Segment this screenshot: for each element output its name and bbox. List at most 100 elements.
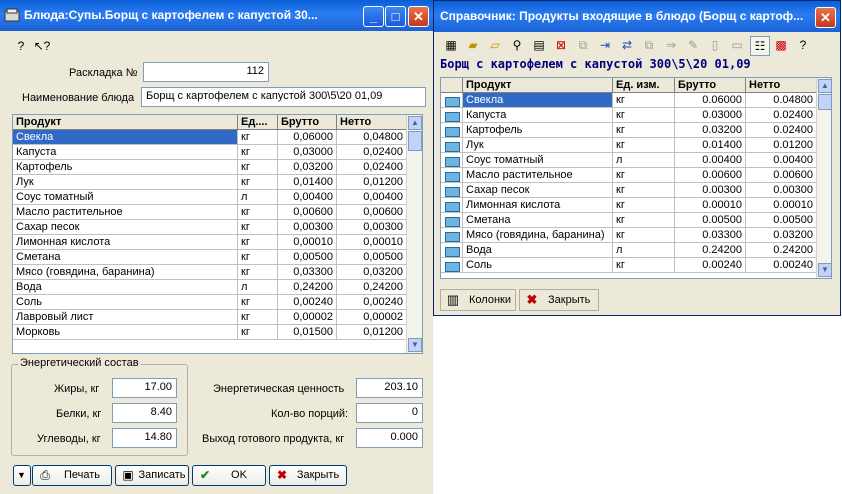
cell-brutto[interactable]: 0,00010 [278, 235, 337, 250]
cell-unit[interactable]: кг [238, 220, 278, 235]
table-row[interactable]: Соль кг 0.00240 0.00240 [441, 258, 817, 273]
products-grid[interactable]: Морковь кг 0,01500 0,01200 Лавровый лист кг 0,… [12, 114, 423, 354]
cell-netto[interactable]: 0.02400 [746, 123, 817, 138]
table-row[interactable]: Лимонная кислота кг 0,00010 0,00010 [13, 235, 407, 250]
cell-netto[interactable]: 0.00010 [746, 198, 817, 213]
cell-brutto[interactable]: 0.00400 [675, 153, 746, 168]
cell-product[interactable]: Картофель [463, 123, 613, 138]
cell-netto[interactable]: 0,24200 [337, 280, 407, 295]
table-row[interactable]: Сметана кг 0,00500 0,00500 [13, 250, 407, 265]
column-header-unit[interactable]: Ед.... [238, 115, 278, 129]
protein-field[interactable]: 8.40 [112, 403, 177, 423]
table-row[interactable]: Вода л 0.24200 0.24200 [441, 243, 817, 258]
cell-product[interactable]: Вода [463, 243, 613, 258]
table-row[interactable]: Капуста кг 0,03000 0,02400 [13, 145, 407, 160]
cell-netto[interactable]: 0,02400 [337, 145, 407, 160]
table-row[interactable]: Сахар песок кг 0.00300 0.00300 [441, 183, 817, 198]
cell-unit[interactable]: кг [613, 228, 675, 243]
print-button[interactable]: ⎙ Печать [32, 465, 112, 486]
cell-brutto[interactable]: 0,03200 [278, 160, 337, 175]
cell-brutto[interactable]: 0.00600 [675, 168, 746, 183]
cell-unit[interactable]: кг [238, 145, 278, 160]
table-row[interactable]: Картофель кг 0,03200 0,02400 [13, 160, 407, 175]
cell-brutto[interactable]: 0,00240 [278, 295, 337, 310]
reference-window-titlebar[interactable]: Справочник: Продукты входящие в блюдо (Б… [434, 1, 840, 32]
close-reference-window-button[interactable]: ✕ [815, 7, 836, 28]
cell-brutto[interactable]: 0.00240 [675, 258, 746, 273]
cell-netto[interactable]: 0,00400 [337, 190, 407, 205]
cell-product[interactable]: Морковь [13, 325, 238, 340]
ref-column-header-unit[interactable]: Ед. изм. [613, 78, 675, 92]
cell-brutto[interactable]: 0.00300 [675, 183, 746, 198]
cell-brutto[interactable]: 0,00500 [278, 250, 337, 265]
cell-unit[interactable]: л [238, 280, 278, 295]
cell-product[interactable]: Масло растительное [463, 168, 613, 183]
cell-unit[interactable]: л [613, 243, 675, 258]
table-row[interactable]: Лимонная кислота кг 0.00010 0.00010 [441, 198, 817, 213]
table-row[interactable]: Свекла кг 0,06000 0,04800 [13, 130, 407, 145]
cell-brutto[interactable]: 0,00600 [278, 205, 337, 220]
cell-brutto[interactable]: 0,24200 [278, 280, 337, 295]
column-header-brutto[interactable]: Брутто [278, 115, 337, 129]
table-row[interactable]: Лук кг 0.01400 0.01200 [441, 138, 817, 153]
cell-unit[interactable]: кг [238, 325, 278, 340]
ref-scroll-thumb[interactable] [818, 94, 831, 110]
cell-product[interactable]: Лук [463, 138, 613, 153]
cell-brutto[interactable]: 0,03300 [278, 265, 337, 280]
cell-product[interactable]: Лавровый лист [13, 310, 238, 325]
table-row[interactable]: Сметана кг 0.00500 0.00500 [441, 213, 817, 228]
table-row[interactable]: Соус томатный л 0,00400 0,00400 [13, 190, 407, 205]
new-folder-icon[interactable]: ▱ [486, 36, 504, 54]
table-row[interactable]: Морковь кг 0,01500 0,01200 [13, 325, 407, 340]
cell-unit[interactable]: кг [238, 205, 278, 220]
cell-product[interactable]: Свекла [13, 130, 238, 145]
copy-icon[interactable]: ⧉ [574, 36, 592, 54]
cell-netto[interactable]: 0.02400 [746, 108, 817, 123]
cell-netto[interactable]: 0.24200 [746, 243, 817, 258]
ref-column-header-brutto[interactable]: Брутто [675, 78, 746, 92]
cell-netto[interactable]: 0.04800 [746, 93, 817, 108]
reference-grid-scrollbar[interactable]: ▲ ▼ [816, 78, 831, 278]
cell-product[interactable]: Соль [463, 258, 613, 273]
edit-record-icon[interactable]: ▤ [530, 36, 548, 54]
cell-unit[interactable]: кг [613, 258, 675, 273]
move-icon[interactable]: ⇥ [596, 36, 614, 54]
cell-product[interactable]: Сметана [13, 250, 238, 265]
cell-product[interactable]: Капуста [13, 145, 238, 160]
cell-unit[interactable]: кг [238, 310, 278, 325]
report-icon[interactable]: ▭ [728, 36, 746, 54]
cell-product[interactable]: Свекла [463, 93, 613, 108]
document-icon[interactable]: ▯ [706, 36, 724, 54]
cell-netto[interactable]: 0,00300 [337, 220, 407, 235]
table-row[interactable]: Капуста кг 0.03000 0.02400 [441, 108, 817, 123]
carbs-field[interactable]: 14.80 [112, 428, 177, 448]
ok-button[interactable]: ✔ OK [192, 465, 266, 486]
cell-product[interactable]: Сахар песок [463, 183, 613, 198]
cell-unit[interactable]: л [238, 190, 278, 205]
cell-unit[interactable]: кг [238, 130, 278, 145]
cell-netto[interactable]: 0.00400 [746, 153, 817, 168]
cell-netto[interactable]: 0,00010 [337, 235, 407, 250]
cell-unit[interactable]: кг [613, 138, 675, 153]
reference-products-grid[interactable]: Соль кг 0.00240 0.00240 Вода л 0.24200 0.24200 М… [440, 77, 832, 279]
table-row[interactable]: Свекла кг 0.06000 0.04800 [441, 93, 817, 108]
ref-scroll-up-arrow[interactable]: ▲ [818, 79, 831, 93]
yield-field[interactable]: 0.000 [356, 428, 423, 448]
cell-product[interactable]: Соль [13, 295, 238, 310]
cell-unit[interactable]: кг [238, 295, 278, 310]
table-row[interactable]: Лук кг 0,01400 0,01200 [13, 175, 407, 190]
table-row[interactable]: Лавровый лист кг 0,00002 0,00002 [13, 310, 407, 325]
filter-icon[interactable]: ▩ [772, 36, 790, 54]
cell-product[interactable]: Вода [13, 280, 238, 295]
cell-product[interactable]: Мясо (говядина, баранина) [463, 228, 613, 243]
close-button[interactable]: ✖ Закрыть [269, 465, 347, 486]
cell-netto[interactable]: 0,03200 [337, 265, 407, 280]
save-button[interactable]: ▣ Записать [115, 465, 189, 486]
cell-netto[interactable]: 0.00500 [746, 213, 817, 228]
table-row[interactable]: Сахар песок кг 0,00300 0,00300 [13, 220, 407, 235]
cell-brutto[interactable]: 0,03000 [278, 145, 337, 160]
cell-product[interactable]: Картофель [13, 160, 238, 175]
cell-product[interactable]: Лимонная кислота [463, 198, 613, 213]
grid-icon[interactable]: ▦ [442, 36, 460, 54]
cell-netto[interactable]: 0.00240 [746, 258, 817, 273]
